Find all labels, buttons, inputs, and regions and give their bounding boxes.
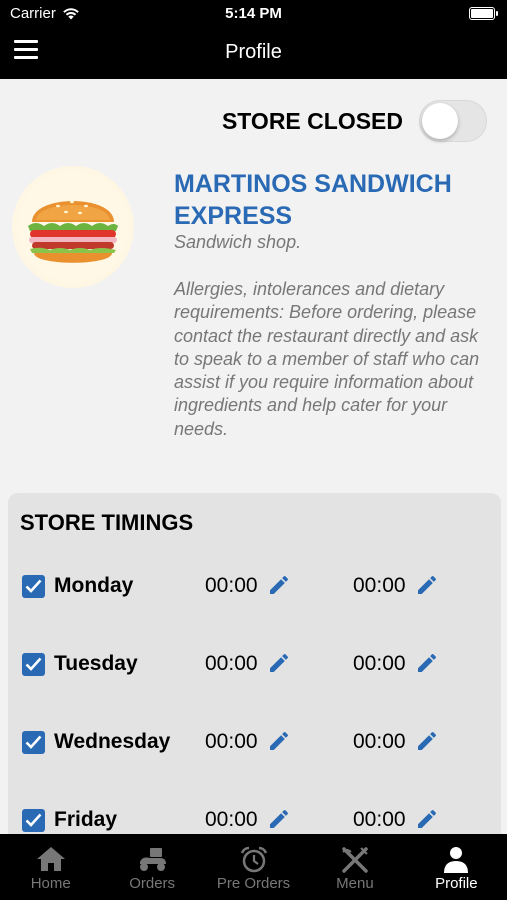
fork-knife-icon <box>342 847 368 873</box>
day-checkbox[interactable] <box>22 809 45 832</box>
store-status-toggle[interactable] <box>419 100 487 142</box>
day-label: Tuesday <box>54 652 138 675</box>
tab-menu[interactable]: Menu <box>304 834 405 900</box>
day-label: Friday <box>54 808 118 831</box>
status-bar: Carrier 5:14 PM <box>0 0 507 28</box>
restaurant-logo <box>12 166 134 288</box>
opening-time[interactable]: 00:00 <box>205 808 258 832</box>
scooter-icon <box>140 848 167 871</box>
day-checkbox[interactable] <box>22 731 45 754</box>
restaurant-type: Sandwich shop. <box>174 232 302 252</box>
top-bar: Carrier 5:14 PM Profile <box>0 0 507 79</box>
edit-pencil-icon[interactable] <box>267 573 291 597</box>
opening-time[interactable]: 00:00 <box>205 730 258 754</box>
tab-label: Home <box>30 875 71 892</box>
tab-bar: Home Orders Pre Orders Menu Profile <box>0 834 507 900</box>
tab-pre-orders[interactable]: Pre Orders <box>203 834 304 900</box>
closing-time[interactable]: 00:00 <box>353 730 406 754</box>
edit-pencil-icon[interactable] <box>415 729 439 753</box>
store-timings-panel: STORE TIMINGS Monday 00:00 00:00 Tuesday… <box>8 493 501 853</box>
timing-row-tuesday: Tuesday 00:00 00:00 <box>22 648 492 682</box>
edit-pencil-icon[interactable] <box>415 807 439 831</box>
person-icon <box>444 847 469 873</box>
alarm-clock-icon <box>240 846 267 873</box>
day-checkbox[interactable] <box>22 575 45 598</box>
checkmark-icon <box>25 735 42 749</box>
restaurant-description: Allergies, intolerances and dietary requ… <box>174 279 480 439</box>
checkmark-icon <box>25 579 42 593</box>
day-label: Monday <box>54 574 134 597</box>
restaurant-name: MARTINOS SANDWICH EXPRESS <box>174 170 452 230</box>
edit-pencil-icon[interactable] <box>267 651 291 675</box>
edit-pencil-icon[interactable] <box>415 573 439 597</box>
tab-label: Pre Orders <box>216 875 291 892</box>
edit-pencil-icon[interactable] <box>267 729 291 753</box>
closing-time[interactable]: 00:00 <box>353 808 406 832</box>
tab-label: Menu <box>336 875 374 892</box>
timing-row-friday: Friday 00:00 00:00 <box>22 804 492 838</box>
battery-icon <box>469 7 498 20</box>
status-time: 5:14 PM <box>225 5 282 22</box>
nav-bar: Profile <box>0 28 507 79</box>
store-timings-title: STORE TIMINGS <box>20 510 194 535</box>
tab-profile[interactable]: Profile <box>406 834 507 900</box>
burger-icon <box>28 200 118 263</box>
store-status-row: STORE CLOSED <box>222 100 487 142</box>
day-label: Wednesday <box>54 730 171 753</box>
page-title: Profile <box>225 41 282 63</box>
tab-label: Profile <box>435 875 478 892</box>
home-icon <box>36 847 65 871</box>
timing-row-wednesday: Wednesday 00:00 00:00 <box>22 726 492 760</box>
tab-label: Orders <box>129 875 176 892</box>
timing-row-monday: Monday 00:00 00:00 <box>22 570 492 604</box>
edit-pencil-icon[interactable] <box>415 651 439 675</box>
edit-pencil-icon[interactable] <box>267 807 291 831</box>
closing-time[interactable]: 00:00 <box>353 574 406 598</box>
tab-orders[interactable]: Orders <box>101 834 202 900</box>
closing-time[interactable]: 00:00 <box>353 652 406 676</box>
opening-time[interactable]: 00:00 <box>205 652 258 676</box>
tab-home[interactable]: Home <box>0 834 101 900</box>
store-status-label: STORE CLOSED <box>221 107 403 134</box>
checkmark-icon <box>25 657 42 671</box>
day-checkbox[interactable] <box>22 653 45 676</box>
checkmark-icon <box>25 813 42 827</box>
opening-time[interactable]: 00:00 <box>205 574 258 598</box>
